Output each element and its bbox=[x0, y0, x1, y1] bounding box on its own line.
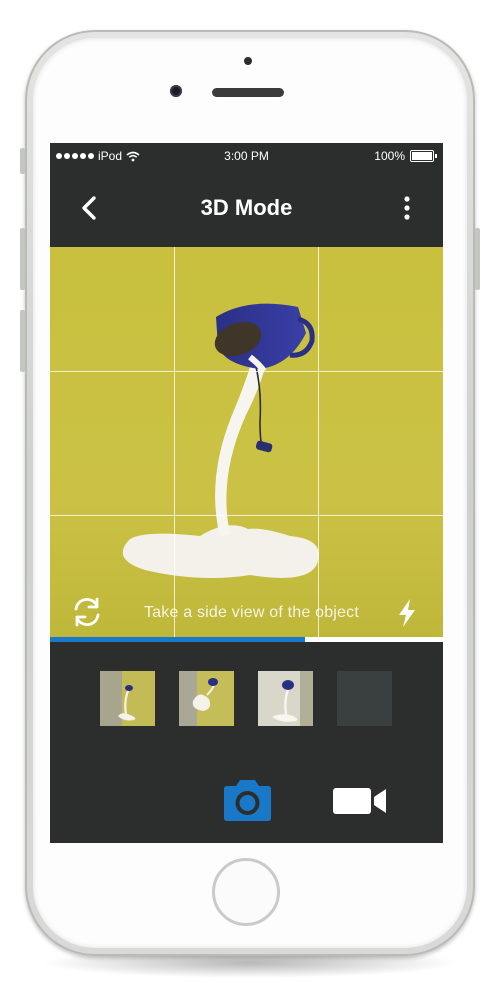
more-vertical-icon[interactable] bbox=[397, 193, 417, 223]
thumbnail-empty-slot[interactable] bbox=[337, 671, 392, 726]
switch-camera-icon[interactable] bbox=[70, 595, 104, 629]
capture-progress bbox=[50, 637, 443, 642]
capture-hint: Take a side view of the object bbox=[143, 604, 359, 621]
thumbnail-3[interactable] bbox=[258, 671, 313, 726]
grid-line-h2 bbox=[50, 515, 443, 516]
status-right: 100% bbox=[374, 149, 437, 163]
earpiece bbox=[212, 88, 284, 97]
proximity-sensor bbox=[244, 57, 252, 65]
thumbnail-image bbox=[258, 671, 313, 726]
status-bar: iPod 3:00 PM 100% bbox=[50, 143, 443, 169]
battery-percent: 100% bbox=[374, 149, 405, 163]
front-camera bbox=[170, 85, 182, 97]
camera-icon[interactable] bbox=[220, 777, 275, 823]
home-button[interactable] bbox=[212, 858, 280, 926]
preview-image bbox=[50, 247, 443, 637]
volume-down-button bbox=[20, 310, 25, 372]
nav-bar: 3D Mode bbox=[50, 169, 443, 247]
thumbnail-1[interactable] bbox=[100, 671, 155, 726]
grid-line-v1 bbox=[174, 247, 175, 637]
power-button bbox=[475, 228, 480, 290]
grid-line-v2 bbox=[318, 247, 319, 637]
battery-icon bbox=[410, 150, 434, 162]
page-title: 3D Mode bbox=[200, 195, 293, 220]
thumbnail-strip bbox=[100, 671, 392, 726]
capture-progress-fill bbox=[50, 637, 306, 642]
thumbnail-2[interactable] bbox=[179, 671, 234, 726]
mute-switch bbox=[20, 148, 25, 174]
screen: iPod 3:00 PM 100% 3D Mode Take a side vi… bbox=[50, 143, 443, 843]
thumbnail-image bbox=[100, 671, 155, 726]
grid-line-h1 bbox=[50, 371, 443, 372]
camera-viewfinder[interactable] bbox=[50, 247, 443, 637]
battery-cap bbox=[435, 154, 437, 158]
thumbnail-image bbox=[179, 671, 234, 726]
video-camera-icon[interactable] bbox=[332, 785, 388, 817]
volume-up-button bbox=[20, 228, 25, 290]
flash-icon[interactable] bbox=[396, 598, 418, 628]
